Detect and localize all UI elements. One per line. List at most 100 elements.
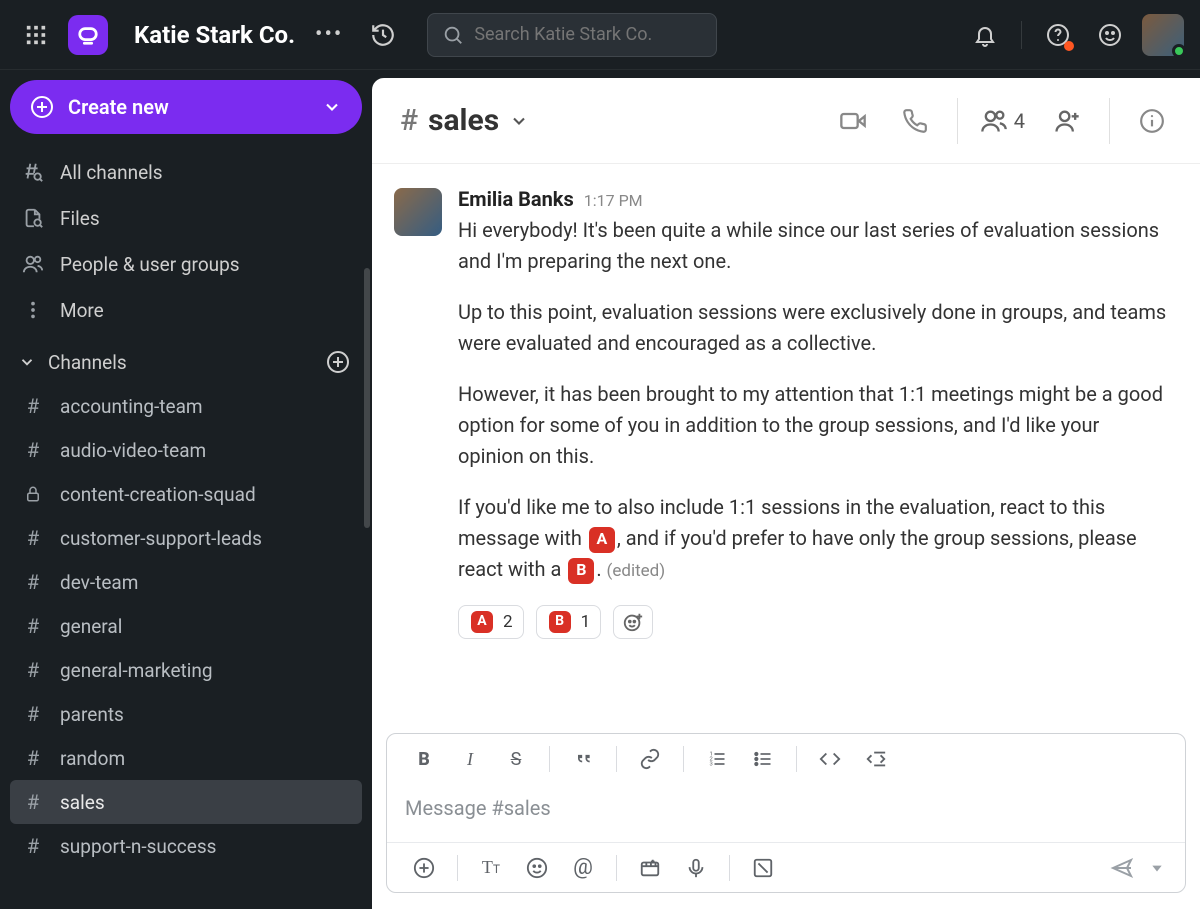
create-new-button[interactable]: Create new — [10, 80, 362, 134]
nav-all-channels[interactable]: All channels — [10, 150, 362, 194]
search-input[interactable] — [474, 24, 702, 45]
link-button[interactable] — [629, 741, 671, 777]
channel-label: random — [60, 747, 125, 770]
letter-b-badge: B — [568, 558, 594, 584]
search-icon — [442, 24, 464, 46]
video-clip-button[interactable] — [629, 850, 671, 886]
channel-label: parents — [60, 703, 124, 726]
reaction-b[interactable]: B 1 — [536, 605, 602, 639]
hash-search-icon — [22, 161, 44, 183]
message-text: Hi everybody! It's been quite a while si… — [458, 215, 1170, 585]
members-button[interactable]: 4 — [980, 107, 1025, 135]
hash-icon: # — [22, 570, 44, 594]
add-reaction-button[interactable] — [613, 605, 653, 639]
attach-button[interactable] — [403, 850, 445, 886]
video-call-button[interactable] — [833, 101, 873, 141]
sidebar-scrollbar[interactable] — [364, 268, 370, 528]
phone-call-button[interactable] — [895, 101, 935, 141]
strikethrough-button[interactable]: S — [495, 741, 537, 777]
channels-section-header[interactable]: Channels — [10, 334, 362, 382]
nav-people[interactable]: People & user groups — [10, 242, 362, 286]
emoji-button[interactable] — [516, 850, 558, 886]
nav-label: More — [60, 299, 104, 322]
edited-label: (edited) — [607, 561, 666, 581]
hash-icon: # — [22, 790, 44, 814]
channel-item-random[interactable]: # random — [10, 736, 362, 780]
channel-item-dev-team[interactable]: # dev-team — [10, 560, 362, 604]
text-format-button[interactable]: TT — [470, 850, 512, 886]
hash-icon: # — [22, 438, 44, 462]
create-new-label: Create new — [68, 95, 169, 119]
add-member-button[interactable] — [1047, 101, 1087, 141]
message: Emilia Banks 1:17 PM Hi everybody! It's … — [394, 184, 1170, 639]
people-icon — [980, 107, 1008, 135]
history-icon[interactable] — [363, 15, 403, 55]
audio-clip-button[interactable] — [675, 850, 717, 886]
svg-text:3: 3 — [710, 762, 713, 768]
search-bar[interactable] — [427, 13, 717, 57]
send-options-button[interactable] — [1145, 850, 1169, 886]
emoji-icon[interactable] — [1090, 15, 1130, 55]
author-avatar[interactable] — [394, 188, 442, 236]
nav-label: All channels — [60, 161, 163, 184]
people-icon — [22, 253, 44, 275]
channel-item-accounting-team[interactable]: #accounting-team — [10, 384, 362, 428]
channel-name: sales — [428, 103, 499, 138]
hash-icon: # — [22, 834, 44, 858]
help-notification-dot — [1064, 41, 1074, 51]
channel-item-support-n-success[interactable]: # support-n-success — [10, 824, 362, 868]
mention-button[interactable]: @ — [562, 850, 604, 886]
message-composer: B I S 123 Message #sales TT — [386, 733, 1186, 893]
nav-more[interactable]: More — [10, 288, 362, 332]
sidebar: Create new All channels Files People & u… — [0, 70, 372, 909]
composer-actions: TT @ — [387, 842, 1185, 892]
hash-icon: # — [22, 746, 44, 770]
workspace-name[interactable]: Katie Stark Co. — [134, 21, 295, 49]
chevron-down-icon — [322, 97, 342, 117]
send-button[interactable] — [1101, 850, 1143, 886]
message-time: 1:17 PM — [584, 189, 643, 214]
channel-item-general[interactable]: #general — [10, 604, 362, 648]
numbered-list-button[interactable]: 123 — [696, 741, 738, 777]
channel-header: # sales 4 — [372, 78, 1200, 164]
composer-input[interactable]: Message #sales — [387, 784, 1185, 842]
nav-files[interactable]: Files — [10, 196, 362, 240]
channel-item-content-creation-squad[interactable]: content-creation-squad — [10, 472, 362, 516]
composer-placeholder: Message #sales — [405, 796, 551, 820]
reaction-count: 1 — [581, 609, 591, 635]
code-button[interactable] — [809, 741, 851, 777]
channel-item-audio-video-team[interactable]: #audio-video-team — [10, 428, 362, 472]
quote-button[interactable] — [562, 741, 604, 777]
bullet-list-button[interactable] — [742, 741, 784, 777]
channel-label: dev-team — [60, 571, 138, 594]
apps-grid-icon[interactable] — [16, 15, 56, 55]
reactions-bar: A 2 B 1 — [458, 605, 1170, 639]
channel-info-button[interactable] — [1132, 101, 1172, 141]
channel-item-sales[interactable]: #sales — [10, 780, 362, 824]
channel-label: customer-support-leads — [60, 527, 262, 550]
help-icon[interactable] — [1038, 15, 1078, 55]
hash-icon: # — [400, 103, 418, 138]
bold-button[interactable]: B — [403, 741, 445, 777]
hash-icon: # — [22, 394, 44, 418]
workspace-more-icon[interactable]: ••• — [315, 22, 343, 47]
channel-item-customer-support-leads[interactable]: #customer-support-leads — [10, 516, 362, 560]
shortcuts-button[interactable] — [742, 850, 784, 886]
channel-title[interactable]: # sales — [400, 103, 529, 138]
user-avatar[interactable] — [1142, 14, 1184, 56]
notifications-icon[interactable] — [965, 15, 1005, 55]
add-channel-button[interactable] — [326, 350, 350, 374]
letter-a-badge: A — [589, 527, 615, 553]
code-block-button[interactable] — [855, 741, 897, 777]
file-search-icon — [22, 207, 44, 229]
channel-label: support-n-success — [60, 835, 216, 858]
hash-icon: # — [22, 614, 44, 638]
channel-item-parents[interactable]: #parents — [10, 692, 362, 736]
italic-button[interactable]: I — [449, 741, 491, 777]
channel-item-general-marketing[interactable]: #general-marketing — [10, 648, 362, 692]
app-logo[interactable] — [68, 15, 108, 55]
chevron-down-icon — [509, 111, 529, 131]
reaction-a[interactable]: A 2 — [458, 605, 524, 639]
author-name[interactable]: Emilia Banks — [458, 184, 574, 215]
nav-label: People & user groups — [60, 253, 240, 276]
